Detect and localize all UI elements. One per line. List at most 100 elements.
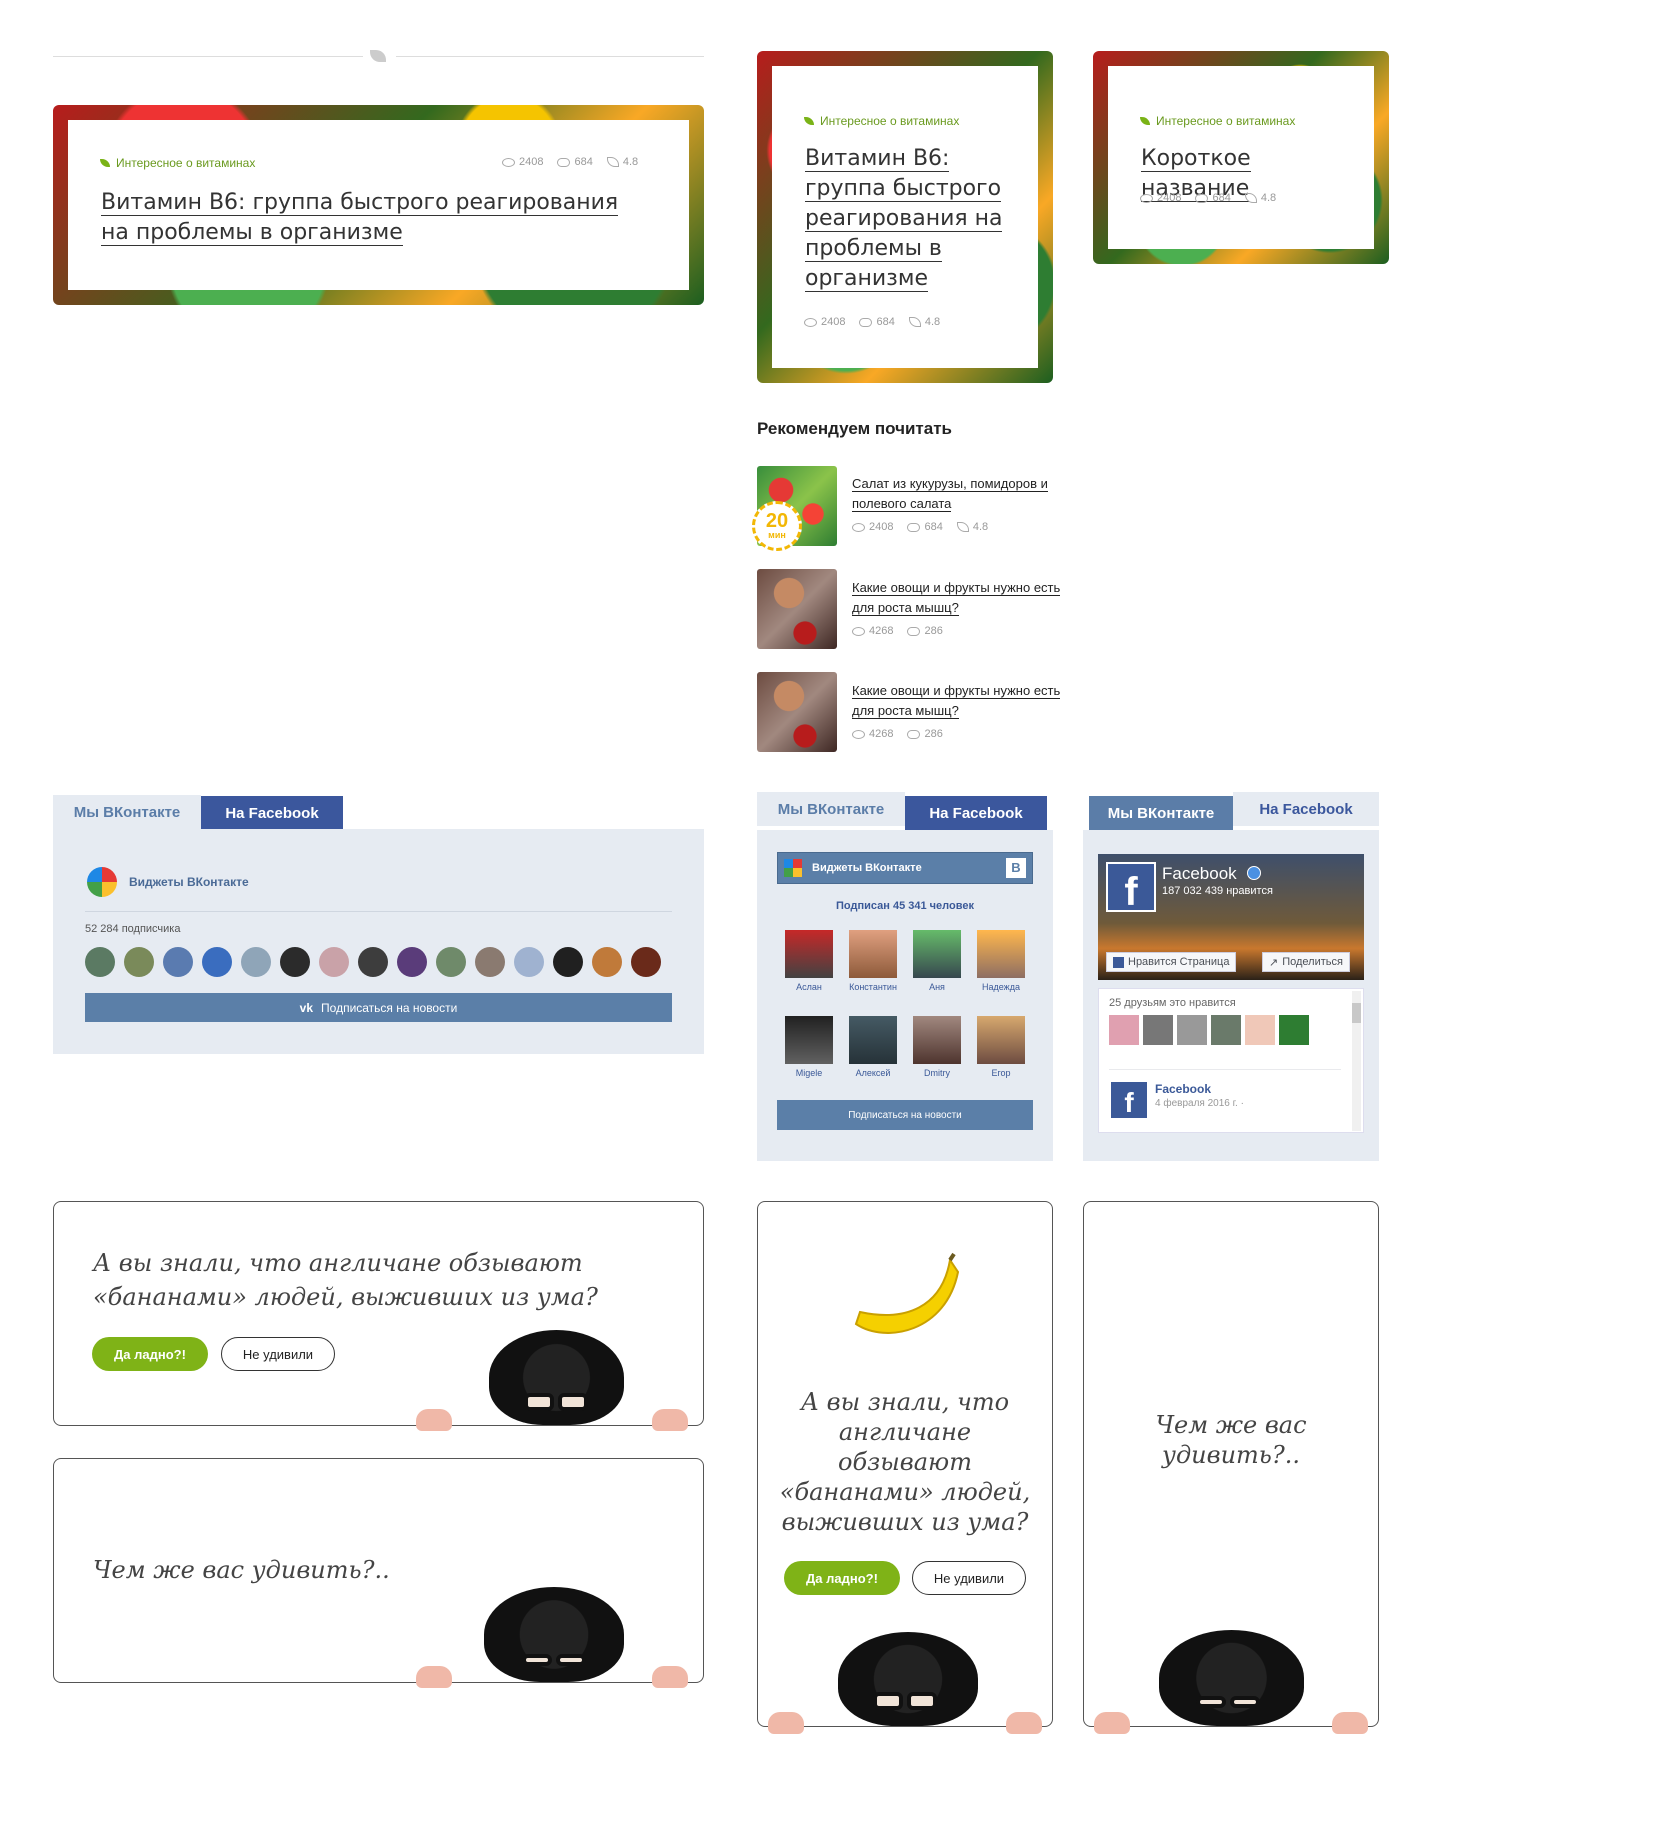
- person-name[interactable]: Dmitry: [905, 1068, 969, 1078]
- avatar[interactable]: [163, 947, 193, 977]
- avatar[interactable]: [1177, 1015, 1207, 1045]
- card-title-text[interactable]: Витамин B6: группа быстрого реагирования…: [101, 190, 619, 246]
- person-name[interactable]: Алексей: [841, 1068, 905, 1078]
- rating-value: 4.8: [1260, 192, 1277, 204]
- question-line: обзывают: [838, 1448, 972, 1476]
- views-count: 2408: [821, 316, 846, 328]
- fb-post[interactable]: f Facebook 4 февраля 2016 г. ·: [1109, 1069, 1341, 1128]
- comments-stat: 286: [907, 728, 943, 740]
- views-stat: 2408: [1140, 192, 1181, 204]
- recommend-link[interactable]: Салат из кукурузы, помидоров и полевого …: [852, 474, 1062, 514]
- card-content: Интересное о витаминах Короткое название…: [1108, 66, 1374, 249]
- avatar[interactable]: [1143, 1015, 1173, 1045]
- avatar[interactable]: [280, 947, 310, 977]
- fb-like-page-button[interactable]: Нравится Страница: [1106, 952, 1237, 972]
- article-card-tall[interactable]: Интересное о витаминах Витамин B6: групп…: [757, 51, 1053, 383]
- recommend-title[interactable]: Какие овощи и фрукты нужно есть для рост…: [852, 580, 1061, 616]
- person-photo[interactable]: [785, 930, 833, 978]
- fb-page-name[interactable]: Facebook: [1162, 864, 1237, 884]
- subscribe-label: Подписаться на новости: [321, 1000, 458, 1015]
- recommend-thumb[interactable]: [757, 672, 837, 752]
- yes-button[interactable]: Да ладно?!: [784, 1561, 900, 1595]
- views-stat: 4268: [852, 728, 893, 740]
- avatar[interactable]: [241, 947, 271, 977]
- tab-facebook[interactable]: На Facebook: [201, 796, 343, 830]
- avatar[interactable]: [397, 947, 427, 977]
- person-photo[interactable]: [849, 930, 897, 978]
- person-name[interactable]: Константин: [841, 982, 905, 992]
- views-count: 2408: [519, 156, 544, 168]
- eye-icon: [852, 522, 865, 532]
- question-line: А вы знали, что: [800, 1388, 1010, 1416]
- avatar[interactable]: [358, 947, 388, 977]
- person-name[interactable]: Аслан: [777, 982, 841, 992]
- category-label: Интересное о витаминах: [116, 156, 256, 170]
- card-category[interactable]: Интересное о витаминах: [100, 156, 255, 170]
- avatar[interactable]: [631, 947, 661, 977]
- person-photo[interactable]: [913, 930, 961, 978]
- avatar[interactable]: [1109, 1015, 1139, 1045]
- person-photo[interactable]: [785, 1016, 833, 1064]
- avatar[interactable]: [1245, 1015, 1275, 1045]
- recommend-link[interactable]: Какие овощи и фрукты нужно есть для рост…: [852, 681, 1062, 721]
- tab-vk[interactable]: Мы ВКонтакте: [757, 792, 905, 826]
- fb-share-button[interactable]: ↗ Поделиться: [1262, 952, 1350, 972]
- expo-logo-icon[interactable]: [1279, 1015, 1309, 1045]
- card-title-text[interactable]: Витамин B6: группа быстрого реагирования…: [805, 146, 1003, 292]
- no-button[interactable]: Не удивили: [221, 1337, 335, 1371]
- question-line: А вы знали, что англичане обзывают: [93, 1249, 583, 1277]
- vk-widget-title[interactable]: Виджеты ВКонтакте: [129, 875, 249, 889]
- recommend-thumb[interactable]: [757, 569, 837, 649]
- tab-facebook[interactable]: На Facebook: [905, 796, 1047, 830]
- card-title[interactable]: Витамин B6: группа быстрого реагирования…: [101, 188, 621, 248]
- recommend-link[interactable]: Какие овощи и фрукты нужно есть для рост…: [852, 578, 1062, 618]
- avatar[interactable]: [553, 947, 583, 977]
- card-title[interactable]: Витамин B6: группа быстрого реагирования…: [805, 144, 1005, 294]
- recommend-title[interactable]: Салат из кукурузы, помидоров и полевого …: [852, 476, 1048, 512]
- card-category[interactable]: Интересное о витаминах: [1140, 114, 1295, 128]
- glasses-icon: [524, 1393, 594, 1415]
- person-name[interactable]: Егор: [969, 1068, 1033, 1078]
- avatar[interactable]: [436, 947, 466, 977]
- article-card-short[interactable]: Интересное о витаминах Короткое название…: [1093, 51, 1389, 264]
- tab-facebook[interactable]: На Facebook: [1233, 792, 1379, 826]
- avatar[interactable]: [202, 947, 232, 977]
- glasses-icon: [1196, 1692, 1266, 1714]
- avatar[interactable]: [85, 947, 115, 977]
- person-name[interactable]: Надежда: [969, 982, 1033, 992]
- avatar[interactable]: [1211, 1015, 1241, 1045]
- person-name[interactable]: Аня: [905, 982, 969, 992]
- article-card-wide[interactable]: Интересное о витаминах 2408 684 4.8 Вита…: [53, 105, 704, 305]
- comments-count: 684: [574, 156, 593, 168]
- vk-subscribe-button[interactable]: vk Подписаться на новости: [85, 993, 672, 1022]
- quiz-question: А вы знали, что англичане обзывают «бана…: [758, 1387, 1052, 1537]
- avatar[interactable]: [475, 947, 505, 977]
- person-photo[interactable]: [977, 1016, 1025, 1064]
- person-photo[interactable]: [849, 1016, 897, 1064]
- avatar[interactable]: [514, 947, 544, 977]
- rating-stat: 4.8: [1244, 192, 1277, 204]
- facebook-logo-icon: f: [1111, 1082, 1147, 1118]
- person-photo[interactable]: [913, 1016, 961, 1064]
- hand-right: [1332, 1712, 1368, 1734]
- tab-vk[interactable]: Мы ВКонтакте: [53, 795, 201, 829]
- vk-subscribe-button[interactable]: Подписаться на новости: [777, 1100, 1033, 1130]
- person-photo[interactable]: [977, 930, 1025, 978]
- fb-post-author[interactable]: Facebook: [1155, 1082, 1211, 1096]
- badge-number: 20: [765, 510, 789, 532]
- person-name[interactable]: Migele: [777, 1068, 841, 1078]
- fb-cover[interactable]: f Facebook 187 032 439 нравится Нравится…: [1098, 854, 1364, 980]
- rating-stat: 4.8: [606, 156, 638, 168]
- vk-widget-title[interactable]: Виджеты ВКонтакте: [812, 862, 922, 874]
- avatar[interactable]: [319, 947, 349, 977]
- tab-vk[interactable]: Мы ВКонтакте: [1089, 796, 1233, 830]
- no-button[interactable]: Не удивили: [912, 1561, 1026, 1595]
- recommend-title[interactable]: Какие овощи и фрукты нужно есть для рост…: [852, 683, 1061, 719]
- avatar[interactable]: [592, 947, 622, 977]
- scrollbar[interactable]: [1352, 991, 1361, 1131]
- avatar[interactable]: [124, 947, 154, 977]
- eye-icon: [804, 317, 817, 327]
- card-category[interactable]: Интересное о витаминах: [804, 114, 959, 128]
- vk-b-icon[interactable]: B: [1006, 858, 1026, 878]
- yes-button[interactable]: Да ладно?!: [92, 1337, 208, 1371]
